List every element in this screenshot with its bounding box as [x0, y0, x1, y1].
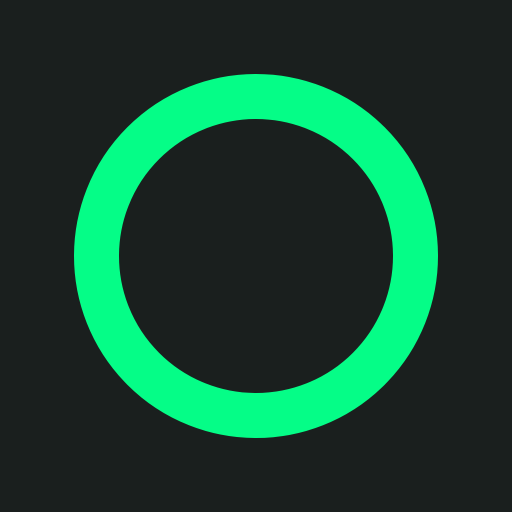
icon-canvas	[0, 0, 512, 512]
circle-ring-icon	[74, 74, 438, 438]
